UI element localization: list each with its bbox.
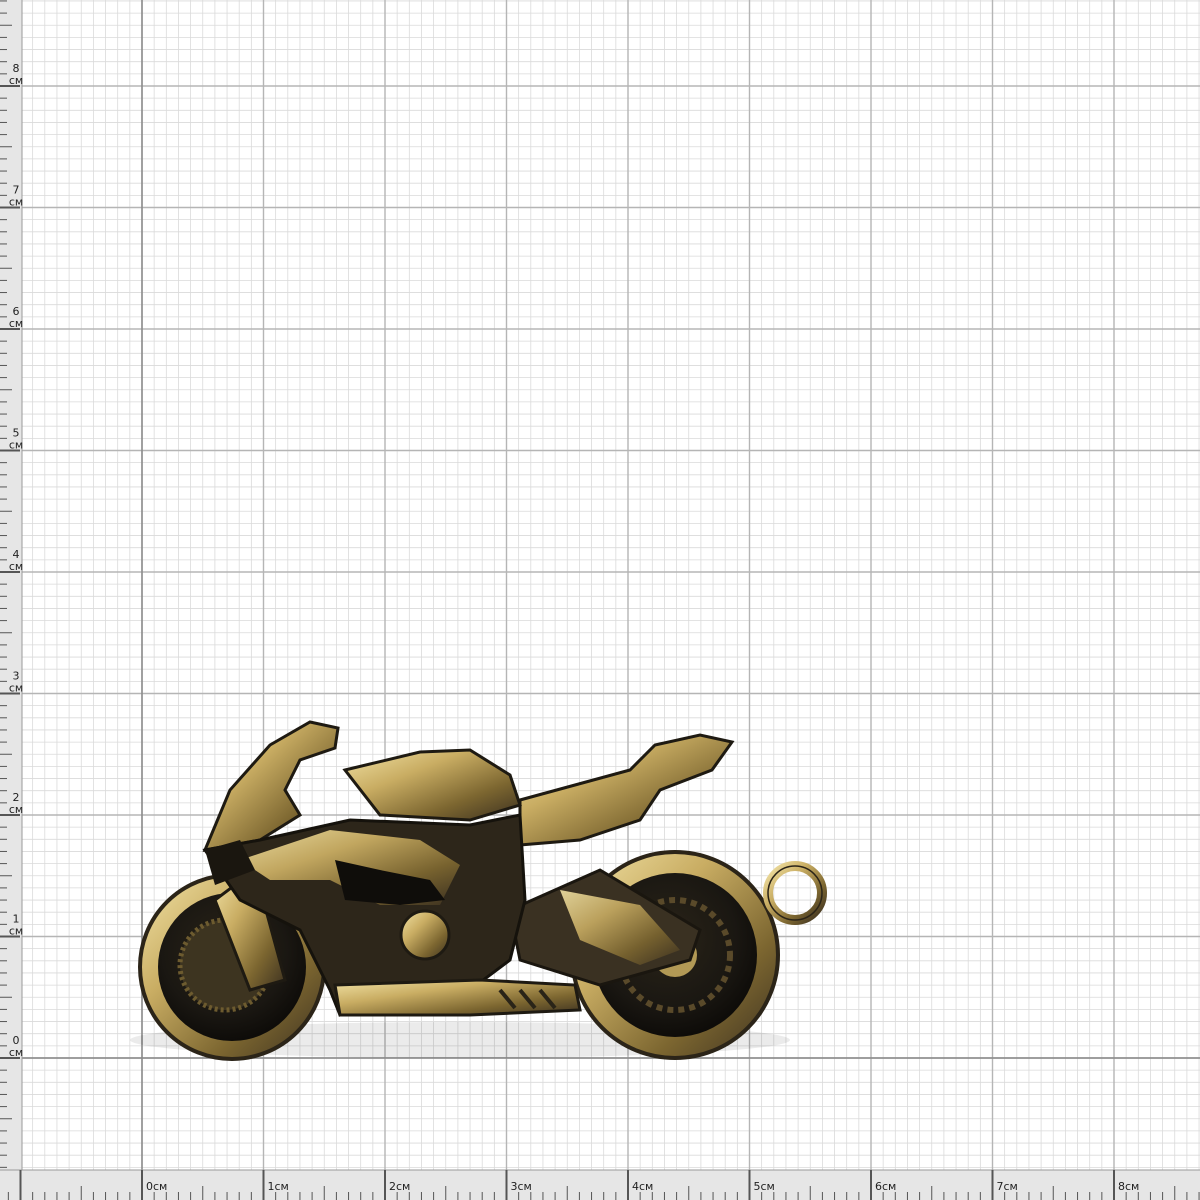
left-ruler-unit: см bbox=[9, 803, 23, 816]
grid-canvas: 0см1см2см3см4см5см6см7см8см 0см 1см 2см 3см… bbox=[0, 0, 1200, 1200]
bottom-ruler-label: 8см bbox=[1118, 1180, 1139, 1193]
left-ruler-unit: см bbox=[9, 74, 23, 87]
left-ruler-unit: см bbox=[9, 560, 23, 573]
left-ruler-unit: см bbox=[9, 196, 23, 209]
bottom-ruler-label: 2см bbox=[389, 1180, 410, 1193]
bottom-ruler-label: 1см bbox=[268, 1180, 289, 1193]
motorcycle-pendant-icon bbox=[130, 720, 827, 1061]
bottom-ruler-label: 3см bbox=[511, 1180, 532, 1193]
left-ruler-unit: см bbox=[9, 925, 23, 938]
left-ruler-unit: см bbox=[9, 1046, 23, 1059]
bottom-ruler-label: 7см bbox=[997, 1180, 1018, 1193]
bottom-ruler-label: 0см bbox=[146, 1180, 167, 1193]
bottom-ruler-strip bbox=[0, 1170, 1200, 1200]
bottom-ruler-label: 4см bbox=[632, 1180, 653, 1193]
measurement-board: 0 см 1 см 2 см 3 см 4 см 5 см 6 см 7 см 8 см 0см 1см 2см 3см… bbox=[0, 0, 1200, 1200]
bottom-ruler-label: 5см bbox=[754, 1180, 775, 1193]
left-ruler: 0см1см2см3см4см5см6см7см8см bbox=[0, 0, 23, 1200]
left-ruler-unit: см bbox=[9, 439, 23, 452]
left-ruler-unit: см bbox=[9, 682, 23, 695]
left-ruler-unit: см bbox=[9, 317, 23, 330]
bottom-ruler-label: 6см bbox=[875, 1180, 896, 1193]
left-ruler-strip bbox=[0, 0, 22, 1200]
bottom-ruler: 0см 1см 2см 3см 4см 5см 6см 7см 8см bbox=[0, 1169, 1200, 1200]
